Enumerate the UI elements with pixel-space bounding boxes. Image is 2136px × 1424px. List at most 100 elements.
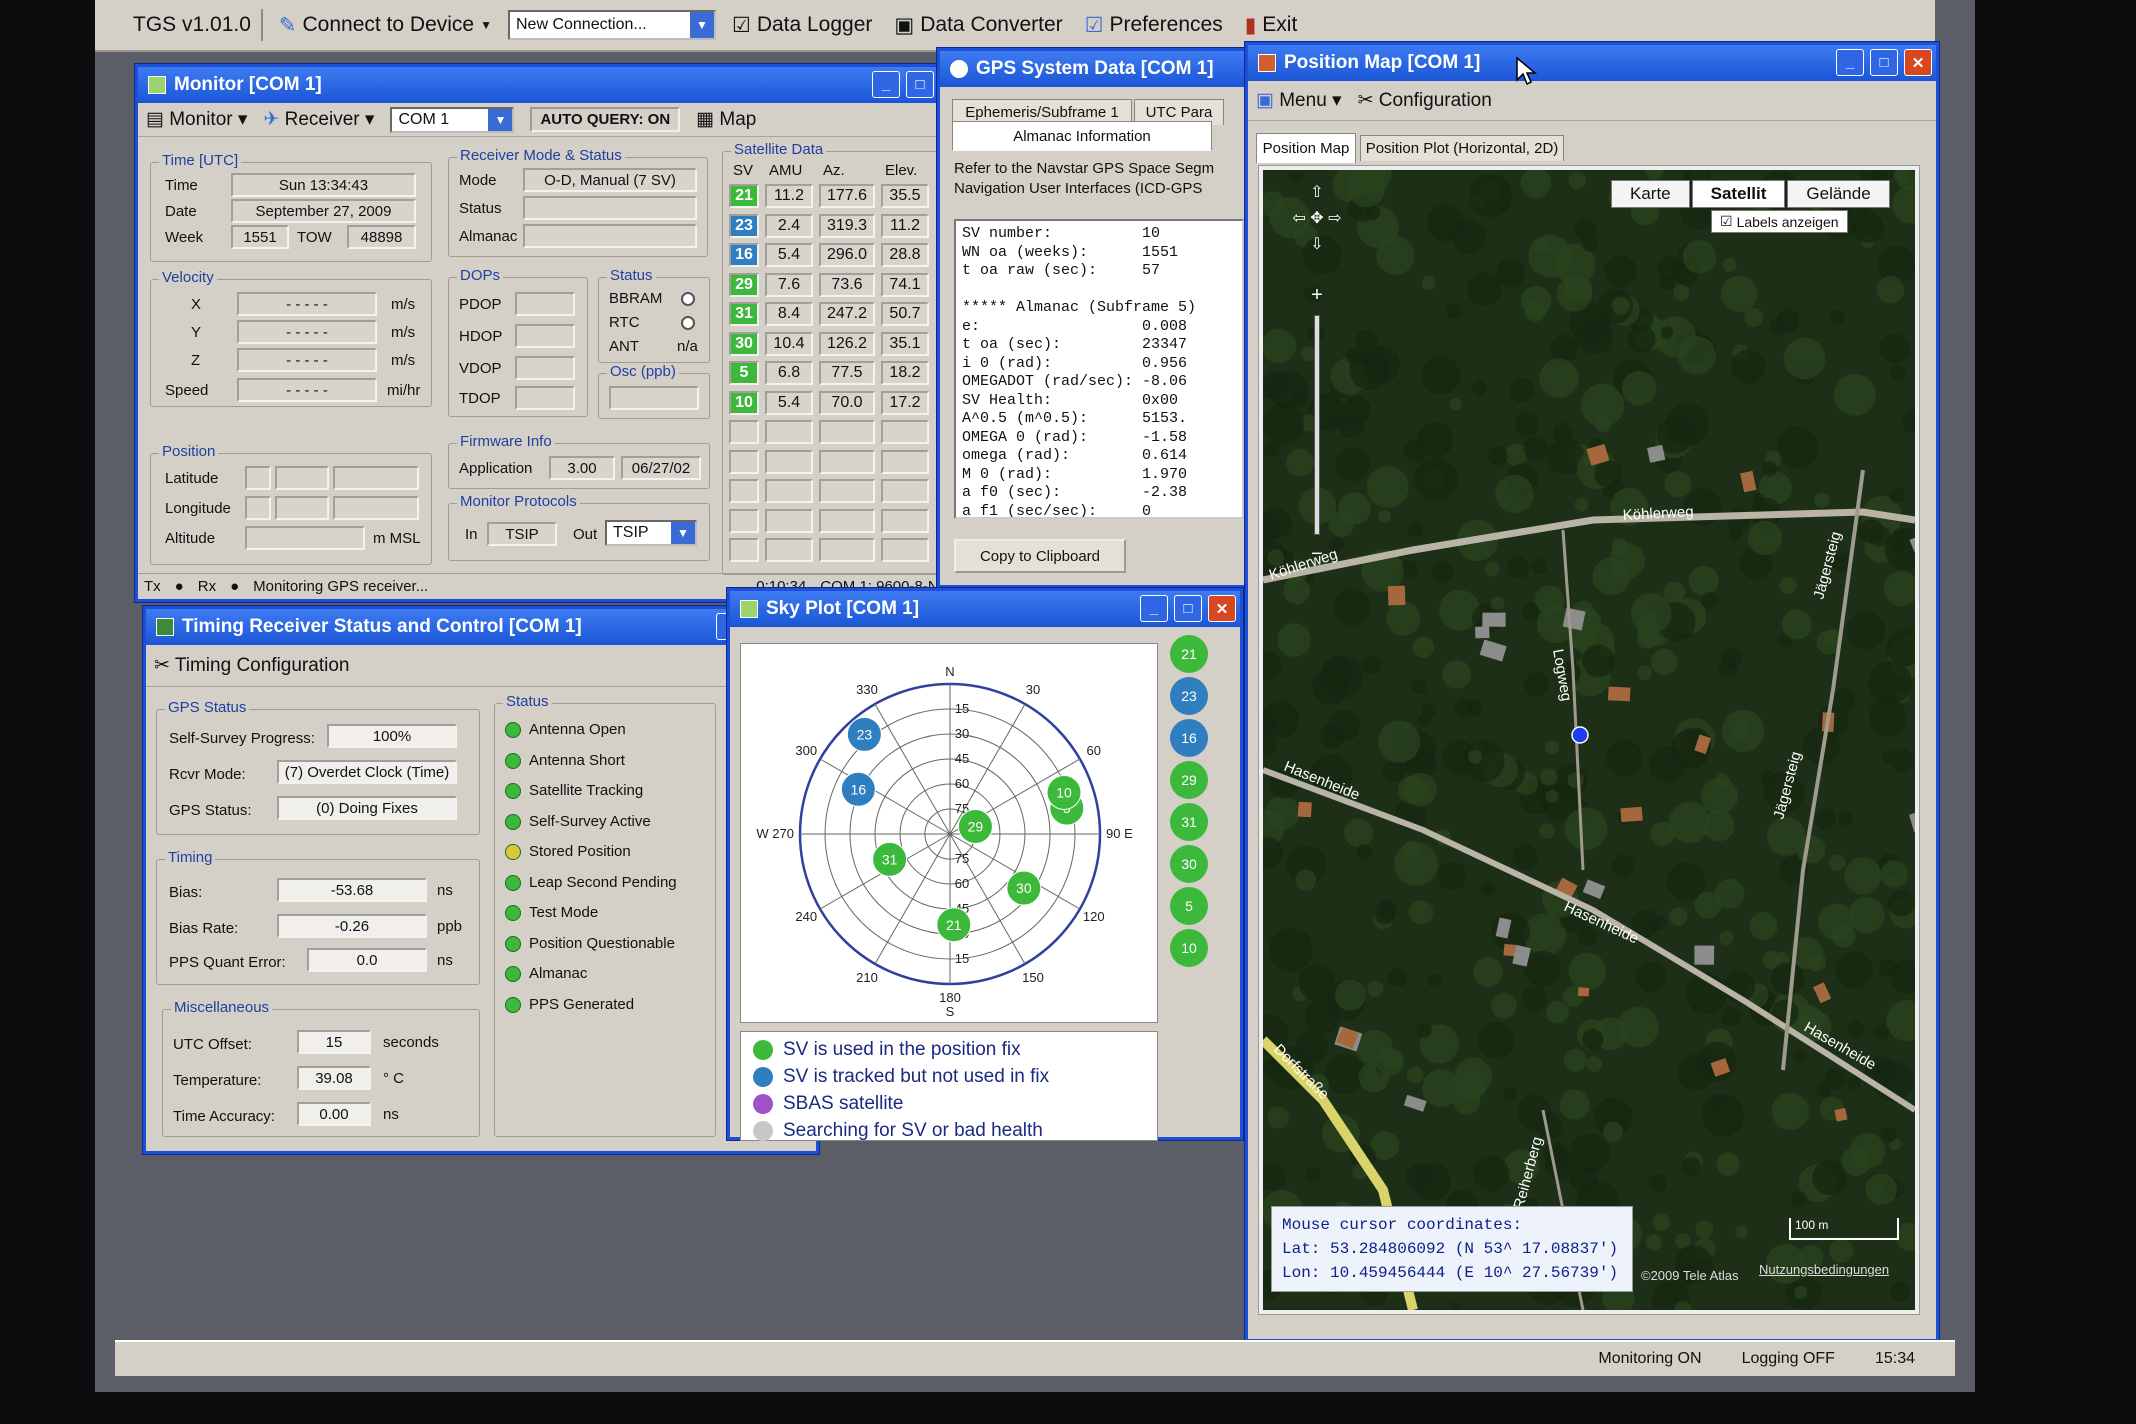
labels-checkbox[interactable]: ☑ Labels anzeigen <box>1711 210 1848 233</box>
pan-center-icon[interactable]: ⇦ ✥ ⇨ <box>1287 206 1347 232</box>
legend-item: SBAS satellite <box>753 1090 1145 1117</box>
data-converter-button[interactable]: ▣ Data Converter <box>888 11 1068 40</box>
close-button[interactable]: ✕ <box>1904 49 1932 76</box>
zoom-out-icon[interactable]: − <box>1305 543 1329 566</box>
temperature-field: 39.08 <box>297 1066 371 1090</box>
satellite-cell-az: 296.0 <box>819 243 875 267</box>
satellite-signal-list: 21 23 16 29 31 30 5 10 <box>1164 635 1234 1095</box>
menu-receiver[interactable]: ✈ Receiver ▾ <box>263 108 374 131</box>
tab-position-map[interactable]: Position Map <box>1256 133 1356 163</box>
satellite-signal-badge: 21 <box>1170 635 1208 673</box>
zoom-in-icon[interactable]: + <box>1305 284 1329 307</box>
utc-offset-field: 15 <box>297 1030 371 1054</box>
satellite-cell-az: 319.3 <box>819 213 875 238</box>
menu-monitor[interactable]: ▤ Monitor ▾ <box>146 108 247 131</box>
zoom-slider[interactable]: + − <box>1305 284 1329 565</box>
menu-menu[interactable]: ▣ Menu ▾ <box>1256 89 1342 112</box>
timing-configuration-button[interactable]: ✂ Timing Configuration <box>154 654 349 677</box>
close-button[interactable]: ✕ <box>1208 595 1236 622</box>
satellite-cell-az: 73.6 <box>819 272 875 297</box>
sky-plot-window-icon <box>740 600 758 618</box>
satellite-signal-badge: 30 <box>1170 845 1208 883</box>
satellite-marker-label: 23 <box>857 726 873 742</box>
satellite-map[interactable]: KöhlerwegKöhlerwegHasenheideHasenheideHa… <box>1263 170 1915 1310</box>
connect-button[interactable]: ✎ Connect to Device ▼ <box>273 11 498 40</box>
empty-cell <box>881 449 929 474</box>
satellite-cell-sv: 23 <box>729 213 759 238</box>
maximize-button[interactable]: □ <box>1870 49 1898 76</box>
map-nav-controls[interactable]: ⇧ ⇦ ✥ ⇨ ⇩ <box>1287 180 1347 258</box>
connection-select[interactable]: New Connection... ▼ <box>507 10 716 40</box>
chevron-down-icon: ▼ <box>689 12 714 38</box>
position-map-titlebar[interactable]: Position Map [COM 1] _ □ ✕ <box>1248 45 1936 81</box>
latitude-readout: Lat: 53.284806092 (N 53^ 17.08837') <box>1282 1240 1619 1258</box>
pan-up-icon[interactable]: ⇧ <box>1287 180 1347 206</box>
satellite-marker-label: 31 <box>882 851 898 867</box>
satellite-table-header: Az. <box>823 162 845 179</box>
status-led-icon <box>505 722 521 738</box>
plug-icon: ✎ <box>278 13 297 37</box>
empty-cell <box>765 449 813 474</box>
empty-cell <box>729 479 759 503</box>
wrench-icon: ✂ <box>154 655 170 676</box>
monitor-titlebar[interactable]: Monitor [COM 1] _ □ ✕ <box>138 67 972 103</box>
map-type-karte-button[interactable]: Karte <box>1611 180 1690 208</box>
data-logger-button[interactable]: ☑ Data Logger <box>726 11 878 40</box>
menu-configuration[interactable]: ✂ Configuration <box>1358 89 1492 112</box>
minimize-button[interactable]: _ <box>1836 49 1864 76</box>
compass-south-label: 180 <box>939 990 961 1005</box>
maximize-button[interactable]: □ <box>906 71 934 98</box>
satellite-table-header: SV <box>733 162 754 179</box>
tab-almanac[interactable]: Almanac Information <box>952 121 1212 151</box>
status-led-icon <box>505 752 521 769</box>
monitor-protocols-group: Monitor Protocols In TSIP Out TSIP ▼ <box>448 493 710 561</box>
azimuth-label: 330 <box>856 682 878 697</box>
preferences-button[interactable]: ☑ Preferences <box>1079 11 1229 40</box>
date-field: September 27, 2009 <box>231 199 416 223</box>
minimize-button[interactable]: _ <box>1140 595 1168 622</box>
copy-to-clipboard-button[interactable]: Copy to Clipboard <box>954 539 1126 573</box>
azimuth-label: 300 <box>795 743 817 758</box>
terms-link[interactable]: Nutzungsbedingungen <box>1759 1262 1889 1277</box>
status-led-icon <box>505 966 521 982</box>
pan-down-icon[interactable]: ⇩ <box>1287 232 1347 258</box>
satellite-cell-sv: 16 <box>729 243 759 267</box>
compass-east-label: 90 E <box>1106 826 1133 841</box>
timing-titlebar[interactable]: Timing Receiver Status and Control [COM … <box>146 609 816 645</box>
map-button[interactable]: ▦ Map <box>696 108 756 131</box>
dops-group: DOPs PDOP HDOP VDOP TDOP <box>448 267 588 417</box>
satellite-signal-badge: 23 <box>1170 677 1208 715</box>
out-protocol-select[interactable]: TSIP ▼ <box>605 520 697 546</box>
checkmark-icon: ☑ <box>1720 213 1733 229</box>
map-type-satellit-button[interactable]: Satellit <box>1691 180 1786 208</box>
satellite-marker-label: 16 <box>851 781 867 797</box>
satellite-cell-amu: 11.2 <box>765 184 813 208</box>
empty-cell <box>819 538 875 562</box>
satellite-cell-az: 70.0 <box>819 390 875 415</box>
auto-query-button[interactable]: AUTO QUERY: ON <box>530 107 681 132</box>
elevation-label: 60 <box>955 776 969 791</box>
satellite-cell-sv: 30 <box>729 331 759 356</box>
map-type-gelaende-button[interactable]: Gelände <box>1787 180 1890 208</box>
logger-icon: ☑ <box>731 13 751 37</box>
zoom-track[interactable] <box>1314 315 1320 535</box>
status-item-label: Satellite Tracking <box>529 782 644 799</box>
minimize-button[interactable]: _ <box>872 71 900 98</box>
maximize-button[interactable]: □ <box>1174 595 1202 622</box>
azimuth-label: 30 <box>1026 682 1040 697</box>
satellite-cell-az: 77.5 <box>819 361 875 385</box>
satellite-cell-elev: 17.2 <box>881 390 929 415</box>
status-item-label: PPS Generated <box>529 995 635 1013</box>
elevation-label: 30 <box>955 726 969 741</box>
exit-button[interactable]: ▮ Exit <box>1239 11 1304 40</box>
tab-position-plot[interactable]: Position Plot (Horizontal, 2D) <box>1360 135 1564 161</box>
sky-plot-titlebar[interactable]: Sky Plot [COM 1] _ □ ✕ <box>730 591 1240 627</box>
receiver-icon: ✈ <box>263 109 280 130</box>
map-copyright: ©2009 Tele Atlas <box>1641 1268 1739 1283</box>
empty-cell <box>729 420 759 444</box>
chevron-down-icon: ▼ <box>488 108 513 131</box>
com-port-select[interactable]: COM 1 ▼ <box>390 106 515 133</box>
elevation-label: 75 <box>955 851 969 866</box>
map-type-buttons: Karte Satellit Gelände <box>1611 180 1890 208</box>
satellite-cell-elev: 28.8 <box>881 243 929 267</box>
